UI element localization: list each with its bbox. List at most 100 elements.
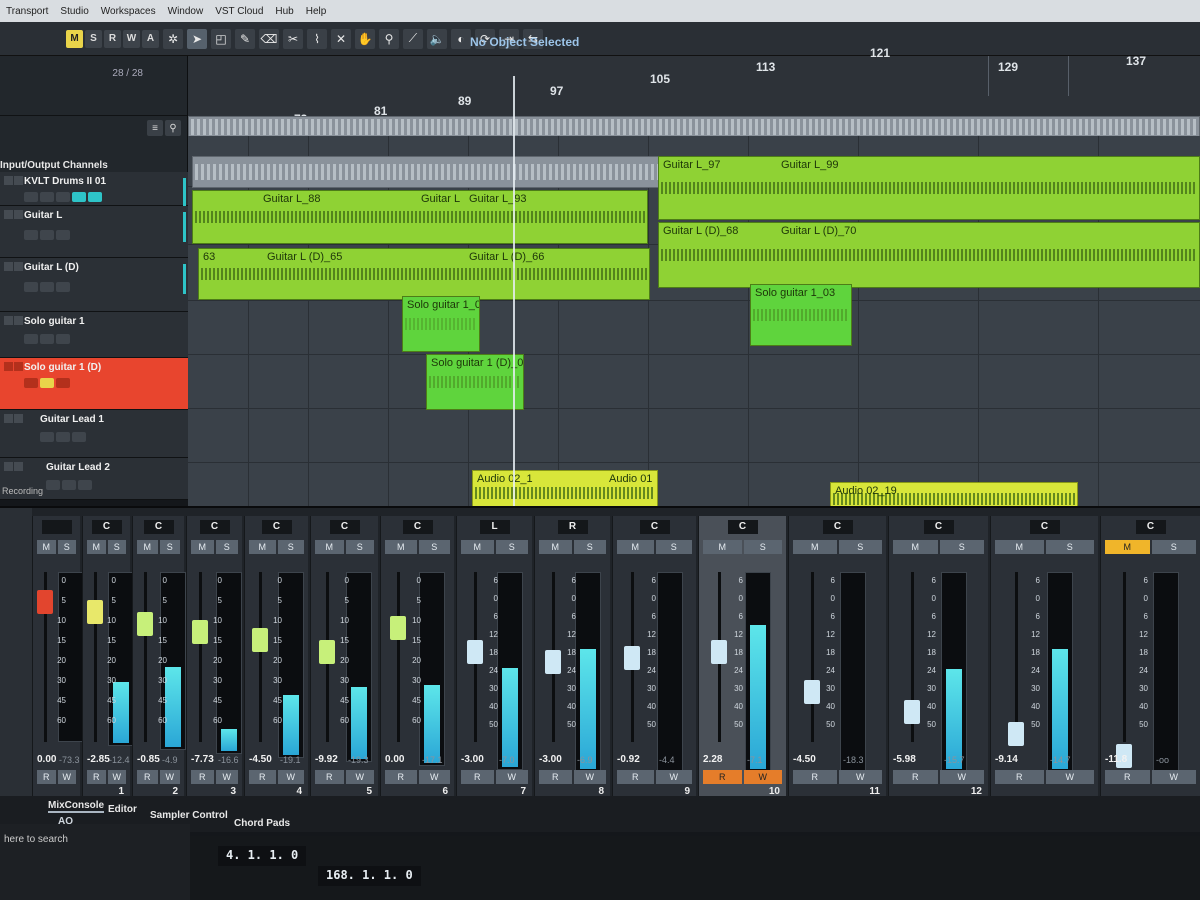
volume-readout[interactable]: -2.85 [87,754,110,765]
track-guitar-lead-1[interactable]: Guitar Lead 1 [0,410,188,458]
peak-readout[interactable]: -73.3 [59,755,80,765]
clip-guitar-l-d-65[interactable]: 63 Guitar L (D)_65 Guitar L (D)_66 [198,248,650,300]
pan-control[interactable]: C [261,520,292,534]
peak-readout[interactable]: -7.1 [747,755,763,765]
comp-tool-icon[interactable]: ⟋ [403,28,423,49]
hand-tool-icon[interactable]: ✋ [355,28,375,49]
track-visibility-icon[interactable]: ≡ [147,120,163,136]
mute-button[interactable]: M [703,540,742,554]
playhead-cursor[interactable] [513,76,515,516]
volume-readout[interactable]: -9.92 [315,754,338,765]
pan-control[interactable]: C [1135,520,1166,534]
peak-readout[interactable]: -14.7 [1050,755,1071,765]
pan-control[interactable]: C [822,520,853,534]
pan-control[interactable]: C [923,520,954,534]
mute-button[interactable]: M [995,540,1044,554]
pan-control[interactable]: C [199,520,230,534]
mute-button[interactable]: M [793,540,837,554]
peak-readout[interactable]: -19.1 [280,755,301,765]
clip-solo-guitar-02[interactable]: Solo guitar 1_02 [402,296,480,352]
draw-tool-icon[interactable]: ✎ [235,28,255,49]
object-selection-tool-icon[interactable]: ➤ [187,28,207,49]
mute-all-button[interactable]: M [66,29,83,48]
write-automation-button[interactable]: W [215,770,238,784]
write-automation-button[interactable]: W [159,770,180,784]
read-automation-button[interactable]: R [703,770,742,784]
menu-hub[interactable]: Hub [275,6,293,17]
track-kvlt-drums[interactable]: KVLT Drums II 01 [0,172,188,208]
solo-button[interactable]: S [215,540,238,554]
solo-button[interactable]: S [107,540,126,554]
pan-control[interactable]: C [91,520,122,534]
solo-button[interactable]: S [345,540,374,554]
mute-button[interactable]: M [137,540,158,554]
pan-control[interactable]: C [402,520,433,534]
constrain-icon[interactable]: ✲ [163,28,183,49]
tab-editor[interactable]: Editor [108,804,137,815]
clip-solo-guitar-03[interactable]: Solo guitar 1_03 [750,284,852,346]
volume-readout[interactable]: -0.92 [617,754,640,765]
mute-button[interactable]: M [315,540,344,554]
clip-guitar-l-d-68[interactable]: Guitar L (D)_68 Guitar L (D)_70 [658,222,1200,288]
peak-readout[interactable]: -15.7 [944,755,965,765]
read-automation-button[interactable]: R [793,770,837,784]
volume-readout[interactable]: -7.73 [191,754,214,765]
peak-readout[interactable]: -12.4 [109,755,130,765]
left-locator[interactable]: 4. 1. 1. 0 [218,846,307,866]
solo-button[interactable]: S [573,540,606,554]
mute-button[interactable]: M [893,540,938,554]
read-automation-button[interactable]: R [87,770,106,784]
solo-button[interactable]: S [1151,540,1196,554]
tab-sampler-control[interactable]: Sampler Control [150,810,228,821]
mute-button[interactable]: M [385,540,417,554]
track-guitar-l[interactable]: Guitar L [0,206,188,258]
zoom-tool-icon[interactable]: ⚲ [379,28,399,49]
read-automation-button[interactable]: R [995,770,1044,784]
peak-readout[interactable]: -4.4 [659,755,675,765]
mute-button[interactable]: M [1105,540,1150,554]
mute-button[interactable]: M [539,540,572,554]
erase-tool-icon[interactable]: ⌫ [259,28,279,49]
write-automation-button[interactable]: W [573,770,606,784]
menu-window[interactable]: Window [168,6,204,17]
solo-button[interactable]: S [743,540,782,554]
peak-readout[interactable]: -6.9 [577,755,593,765]
menu-workspaces[interactable]: Workspaces [101,6,156,17]
menu-transport[interactable]: Transport [6,6,48,17]
mute-button[interactable]: M [461,540,494,554]
mute-button[interactable]: M [249,540,276,554]
volume-readout[interactable]: 0.00 [37,754,56,765]
volume-readout[interactable]: -3.00 [461,754,484,765]
read-all-button[interactable]: R [104,29,121,48]
solo-button[interactable]: S [418,540,450,554]
write-automation-button[interactable]: W [107,770,126,784]
solo-button[interactable]: S [939,540,984,554]
solo-button[interactable]: S [277,540,304,554]
tab-chord-pads[interactable]: Chord Pads [234,818,290,829]
mute-button[interactable]: M [191,540,214,554]
read-automation-button[interactable]: R [539,770,572,784]
peak-readout[interactable]: -4.9 [162,755,178,765]
clip-guitar-l-88[interactable]: Guitar L_88 Guitar L Guitar L_93 [192,190,648,244]
mute-tool-icon[interactable]: ✕ [331,28,351,49]
pan-control[interactable]: C [1029,520,1060,534]
read-automation-button[interactable]: R [385,770,417,784]
volume-readout[interactable]: -4.50 [249,754,272,765]
write-automation-button[interactable]: W [57,770,76,784]
track-search-icon[interactable]: ⚲ [165,120,181,136]
peak-readout[interactable]: -oo [1156,755,1169,765]
mute-button[interactable]: M [87,540,106,554]
solo-button[interactable]: S [159,540,180,554]
pan-control[interactable]: R [557,520,588,534]
automation-button[interactable]: A [142,29,159,48]
right-locator[interactable]: 168. 1. 1. 0 [318,866,421,886]
volume-readout[interactable]: 2.28 [703,754,722,765]
track-solo-guitar-1[interactable]: Solo guitar 1 [0,312,188,358]
mute-button[interactable]: M [617,540,654,554]
timeline-ruler[interactable]: 129 137 65 73 81 89 97 105 113 121 [188,46,1200,138]
solo-button[interactable]: S [838,540,882,554]
peak-readout[interactable]: -16.6 [218,755,239,765]
glue-tool-icon[interactable]: ⌇ [307,28,327,49]
peak-readout[interactable]: -17.1 [422,755,443,765]
pan-control[interactable]: C [329,520,360,534]
